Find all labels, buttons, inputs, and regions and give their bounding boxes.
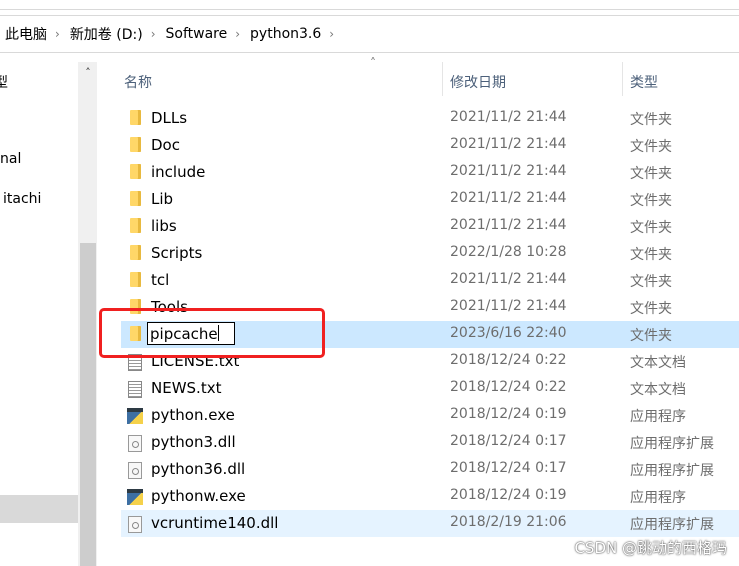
file-type: 文本文档	[630, 382, 686, 398]
watermark: CSDN @跳动的西格玛	[574, 539, 727, 557]
folder-icon	[130, 164, 141, 179]
file-row[interactable]: vcruntime140.dll 2018/2/19 21:06 应用程序扩展	[121, 510, 739, 537]
column-divider[interactable]	[622, 62, 623, 96]
folder-icon	[130, 272, 141, 287]
column-date[interactable]: 修改日期	[450, 72, 506, 92]
highlight-box	[99, 308, 325, 358]
file-row[interactable]: python3.dll 2018/12/24 0:17 应用程序扩展	[121, 429, 739, 456]
file-row[interactable]: include 2021/11/2 21:44 文件夹	[121, 159, 739, 186]
file-name: include	[151, 163, 206, 181]
scrollbar-thumb[interactable]	[80, 243, 96, 566]
file-name: DLLs	[151, 109, 188, 127]
file-type: 应用程序扩展	[630, 517, 714, 533]
file-name: python.exe	[151, 406, 235, 424]
nav-item[interactable]: itachi	[3, 191, 41, 207]
file-type: 应用程序	[630, 409, 686, 425]
navigation-pane: 型 nal itachi	[0, 62, 78, 566]
folder-icon	[130, 137, 141, 152]
breadcrumb-python36[interactable]: python3.6	[250, 26, 321, 42]
file-name: libs	[151, 217, 177, 235]
file-date: 2021/11/2 21:44	[450, 271, 567, 287]
file-type: 文件夹	[630, 274, 672, 290]
file-date: 2018/12/24 0:22	[450, 352, 567, 368]
file-row[interactable]: Lib 2021/11/2 21:44 文件夹	[121, 186, 739, 213]
file-name: Lib	[151, 190, 174, 208]
file-date: 2021/11/2 21:44	[450, 298, 567, 314]
file-type: 应用程序扩展	[630, 463, 714, 479]
dll-file-icon	[128, 435, 142, 452]
file-date: 2018/12/24 0:17	[450, 433, 567, 449]
file-date: 2018/12/24 0:19	[450, 487, 567, 503]
nav-selected-item[interactable]	[0, 495, 78, 523]
nav-item[interactable]: nal	[0, 151, 21, 167]
file-date: 2018/2/19 21:06	[450, 514, 567, 530]
folder-icon	[130, 191, 141, 206]
dll-file-icon	[128, 516, 142, 533]
chevron-right-icon[interactable]: ›	[329, 27, 334, 41]
file-name: NEWS.txt	[151, 379, 222, 397]
file-row[interactable]: tcl 2021/11/2 21:44 文件夹	[121, 267, 739, 294]
file-date: 2018/12/24 0:17	[450, 460, 567, 476]
folder-icon	[130, 110, 141, 125]
file-type: 文件夹	[630, 112, 672, 128]
file-row[interactable]: python.exe 2018/12/24 0:19 应用程序	[121, 402, 739, 429]
sort-ascending-icon: ˄	[370, 56, 376, 70]
chevron-right-icon[interactable]: ›	[55, 27, 60, 41]
file-type: 文件夹	[630, 301, 672, 317]
file-date: 2021/11/2 21:44	[450, 136, 567, 152]
file-row[interactable]: NEWS.txt 2018/12/24 0:22 文本文档	[121, 375, 739, 402]
file-type: 应用程序	[630, 490, 686, 506]
file-type: 文件夹	[630, 139, 672, 155]
file-row[interactable]: pythonw.exe 2018/12/24 0:19 应用程序	[121, 483, 739, 510]
python-exe-icon	[127, 408, 143, 424]
breadcrumb-this-pc[interactable]: 此电脑	[5, 24, 47, 44]
python-exe-icon	[127, 489, 143, 505]
file-type: 应用程序扩展	[630, 436, 714, 452]
folder-icon	[130, 218, 141, 233]
file-type: 文件夹	[630, 220, 672, 236]
breadcrumb-software[interactable]: Software	[166, 26, 228, 42]
file-type: 文件夹	[630, 247, 672, 263]
column-name[interactable]: 名称	[124, 72, 152, 92]
nav-item[interactable]: 型	[0, 72, 8, 92]
address-bar[interactable]: 此电脑 › 新加卷 (D:) › Software › python3.6 ›	[0, 15, 739, 53]
file-name: vcruntime140.dll	[151, 514, 279, 532]
file-date: 2023/6/16 22:40	[450, 325, 567, 341]
scroll-up-icon[interactable]: ˄	[80, 66, 96, 79]
divider	[0, 9, 739, 10]
file-date: 2021/11/2 21:44	[450, 163, 567, 179]
file-type: 文本文档	[630, 355, 686, 371]
file-name: Doc	[151, 136, 180, 154]
file-name: python36.dll	[151, 460, 246, 478]
file-type: 文件夹	[630, 328, 672, 344]
file-type: 文件夹	[630, 166, 672, 182]
file-date: 2018/12/24 0:19	[450, 406, 567, 422]
file-date: 2022/1/28 10:28	[450, 244, 567, 260]
chevron-right-icon[interactable]: ›	[151, 27, 156, 41]
file-date: 2018/12/24 0:22	[450, 379, 567, 395]
file-name: Scripts	[151, 244, 203, 262]
file-row[interactable]: libs 2021/11/2 21:44 文件夹	[121, 213, 739, 240]
folder-icon	[130, 245, 141, 260]
file-name: python3.dll	[151, 433, 236, 451]
file-date: 2021/11/2 21:44	[450, 109, 567, 125]
file-date: 2021/11/2 21:44	[450, 217, 567, 233]
dll-file-icon	[128, 462, 142, 479]
file-row[interactable]: DLLs 2021/11/2 21:44 文件夹	[121, 105, 739, 132]
text-file-icon	[128, 381, 142, 398]
column-header: ˄ 名称 修改日期 类型	[97, 56, 739, 98]
file-name: pythonw.exe	[151, 487, 246, 505]
file-name: tcl	[151, 271, 170, 289]
file-row[interactable]: python36.dll 2018/12/24 0:17 应用程序扩展	[121, 456, 739, 483]
file-row[interactable]: Scripts 2022/1/28 10:28 文件夹	[121, 240, 739, 267]
chevron-right-icon[interactable]: ›	[235, 27, 240, 41]
breadcrumb-drive-d[interactable]: 新加卷 (D:)	[70, 24, 143, 44]
file-row[interactable]: Doc 2021/11/2 21:44 文件夹	[121, 132, 739, 159]
file-date: 2021/11/2 21:44	[450, 190, 567, 206]
column-type[interactable]: 类型	[630, 72, 658, 92]
column-divider[interactable]	[442, 62, 443, 96]
file-type: 文件夹	[630, 193, 672, 209]
